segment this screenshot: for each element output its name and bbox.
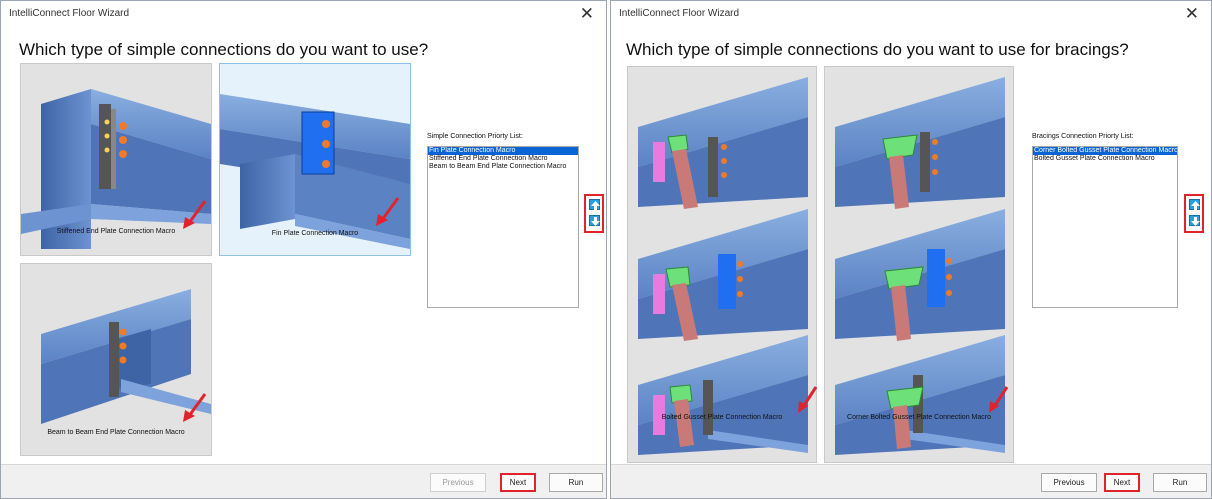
page-question: Which type of simple connections do you … bbox=[626, 40, 1129, 59]
red-arrow-icon bbox=[183, 200, 207, 229]
tile-caption: Corner Bolted Gusset Plate Connection Ma… bbox=[847, 414, 991, 421]
priority-list-label: Bracings Connection Priorty List: bbox=[1032, 133, 1134, 140]
move-up-button[interactable] bbox=[589, 199, 600, 210]
window-title: IntelliConnect Floor Wizard bbox=[9, 8, 130, 19]
move-down-button[interactable] bbox=[1189, 215, 1200, 226]
tile-fin-plate[interactable]: Fin Plate Connection Macro bbox=[219, 63, 411, 256]
run-button[interactable]: Run bbox=[1153, 473, 1207, 492]
arrow-up-icon bbox=[1191, 201, 1200, 210]
tile-beam-to-beam-end-plate[interactable]: Beam to Beam End Plate Connection Macro bbox=[20, 263, 212, 456]
tile-corner-bolted-gusset-plate[interactable]: Corner Bolted Gusset Plate Connection Ma… bbox=[824, 66, 1014, 463]
right-wizard-window: IntelliConnect Floor Wizard ✕ Which type… bbox=[610, 0, 1212, 499]
previous-button[interactable]: Previous bbox=[1041, 473, 1097, 492]
wizard-footer: Previous Next Run bbox=[611, 464, 1211, 498]
red-arrow-icon bbox=[989, 386, 1009, 413]
close-icon[interactable]: ✕ bbox=[580, 4, 594, 24]
tile-caption: Beam to Beam End Plate Connection Macro bbox=[47, 429, 185, 436]
right-title-bar: IntelliConnect Floor Wizard ✕ bbox=[611, 1, 1211, 29]
move-up-button[interactable] bbox=[1189, 199, 1200, 210]
next-button[interactable]: Next bbox=[500, 473, 536, 492]
red-arrow-icon bbox=[798, 386, 818, 413]
bolted-gusset-illustration bbox=[638, 77, 808, 455]
left-wizard-window: IntelliConnect Floor Wizard ✕ Which type… bbox=[0, 0, 607, 499]
wizard-footer: Previous Next Run bbox=[1, 464, 606, 498]
tile-caption: Fin Plate Connection Macro bbox=[271, 230, 359, 237]
page-question: Which type of simple connections do you … bbox=[19, 40, 429, 59]
tile-caption: Bolted Gusset Plate Connection Macro bbox=[661, 414, 783, 421]
priority-list-label: Simple Connection Priorty List: bbox=[427, 133, 523, 140]
next-button[interactable]: Next bbox=[1104, 473, 1140, 492]
list-item[interactable]: Beam to Beam End Plate Connection Macro bbox=[428, 163, 578, 171]
fin-plate-illustration bbox=[220, 94, 410, 249]
run-button[interactable]: Run bbox=[549, 473, 603, 492]
corner-bolted-gusset-illustration bbox=[835, 77, 1005, 455]
move-down-button[interactable] bbox=[589, 215, 600, 226]
left-title-bar: IntelliConnect Floor Wizard ✕ bbox=[1, 1, 606, 29]
red-arrow-icon bbox=[376, 197, 400, 226]
arrow-down-icon bbox=[1191, 217, 1200, 226]
list-item[interactable]: Corner Bolted Gusset Plate Connection Ma… bbox=[1033, 147, 1177, 155]
priority-listbox[interactable]: Corner Bolted Gusset Plate Connection Ma… bbox=[1032, 146, 1178, 308]
arrow-up-icon bbox=[591, 201, 600, 210]
close-icon[interactable]: ✕ bbox=[1185, 4, 1199, 24]
previous-button[interactable]: Previous bbox=[430, 473, 486, 492]
list-item[interactable]: Bolted Gusset Plate Connection Macro bbox=[1033, 155, 1177, 163]
list-item[interactable]: Stiffened End Plate Connection Macro bbox=[428, 155, 578, 163]
window-title: IntelliConnect Floor Wizard bbox=[619, 8, 740, 19]
arrow-down-icon bbox=[591, 217, 600, 226]
priority-listbox[interactable]: Fin Plate Connection Macro Stiffened End… bbox=[427, 146, 579, 308]
tile-caption: Stiffened End Plate Connection Macro bbox=[56, 228, 176, 235]
list-item[interactable]: Fin Plate Connection Macro bbox=[428, 147, 578, 155]
tile-bolted-gusset-plate[interactable]: Bolted Gusset Plate Connection Macro bbox=[627, 66, 818, 463]
tile-stiffened-end-plate[interactable]: Stiffened End Plate Connection Macro bbox=[20, 63, 212, 256]
red-arrow-icon bbox=[183, 393, 207, 422]
